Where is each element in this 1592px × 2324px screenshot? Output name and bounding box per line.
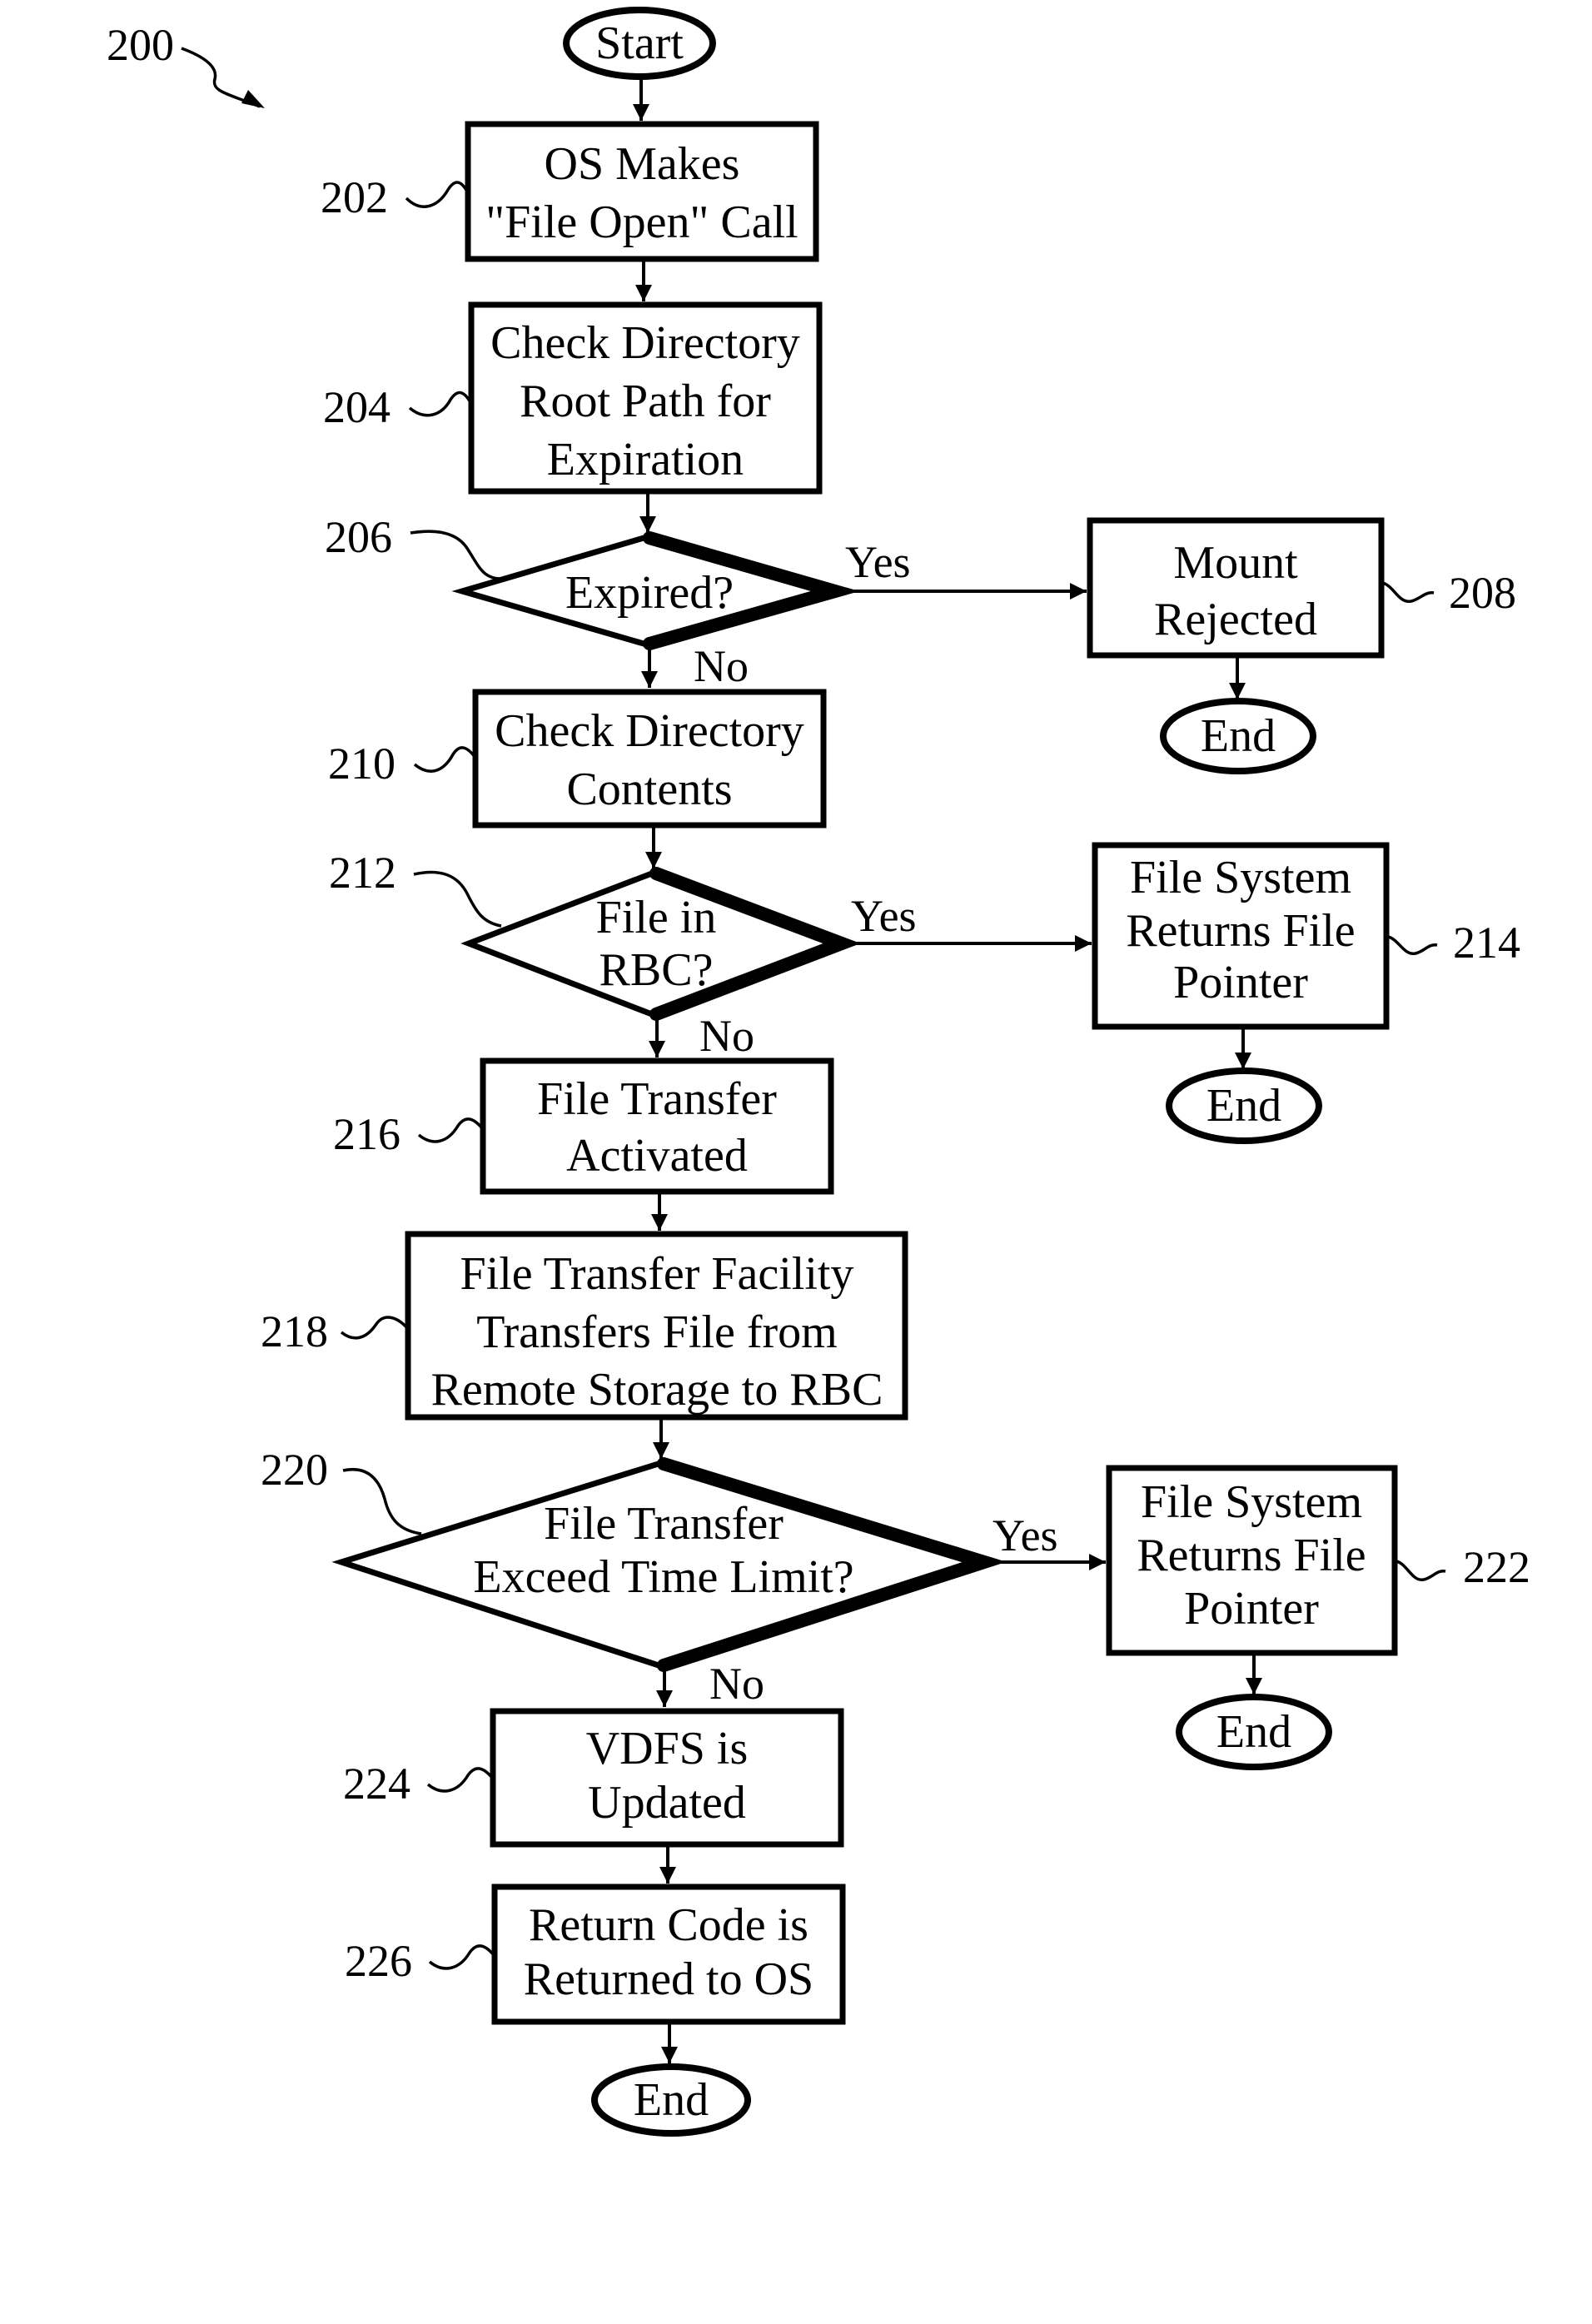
step-214-box: File System Returns File Pointer xyxy=(1092,842,1390,1030)
decision-220-no-label: No xyxy=(709,1659,764,1709)
step-218-leader xyxy=(340,1316,410,1340)
start-label: Start xyxy=(595,17,684,69)
figure-reference-arrowhead-icon xyxy=(241,90,265,108)
step-204-line-1: Check Directory xyxy=(490,317,800,369)
step-214-ref: 214 xyxy=(1453,918,1520,968)
step-222-ref: 222 xyxy=(1463,1542,1530,1592)
step-226-ref: 226 xyxy=(345,1936,412,1986)
step-216-line-1: File Transfer xyxy=(537,1073,777,1125)
step-208-line-1: Mount xyxy=(1173,537,1298,589)
decision-206-label: Expired? xyxy=(565,567,734,619)
step-214-leader xyxy=(1387,935,1438,955)
step-224-line-2: Updated xyxy=(588,1777,746,1829)
decision-220-diamond: File Transfer Exceed Time Limit? xyxy=(331,1457,1007,1672)
step-226-line-2: Returned to OS xyxy=(524,1953,813,2005)
decision-220-line-1: File Transfer xyxy=(544,1498,784,1550)
end-label-208: End xyxy=(1201,710,1276,762)
step-214-line-2: Returns File xyxy=(1126,905,1355,957)
step-224-leader xyxy=(426,1767,495,1793)
decision-220-leader xyxy=(342,1468,422,1535)
decision-212-leader xyxy=(413,870,502,928)
step-208-box: Mount Rejected xyxy=(1087,517,1385,659)
end-label-222: End xyxy=(1216,1706,1291,1758)
step-214-line-1: File System xyxy=(1130,852,1351,903)
step-216-box: File Transfer Activated xyxy=(480,1057,834,1195)
decision-220-yes-label: Yes xyxy=(993,1510,1058,1560)
step-222-leader xyxy=(1395,1560,1446,1581)
decision-212-ref: 212 xyxy=(329,848,396,898)
step-204-leader xyxy=(408,391,473,417)
step-202-leader xyxy=(405,181,470,208)
end-terminal-final: End xyxy=(591,2063,751,2137)
decision-220-ref: 220 xyxy=(261,1445,328,1495)
step-204-line-3: Expiration xyxy=(547,434,744,485)
step-208-line-2: Rejected xyxy=(1154,594,1317,645)
step-208-leader xyxy=(1382,581,1435,603)
step-202-ref: 202 xyxy=(321,172,388,222)
step-222-line-1: File System xyxy=(1141,1476,1362,1528)
step-222-box: File System Returns File Pointer xyxy=(1106,1465,1398,1656)
decision-206-no-label: No xyxy=(694,641,749,691)
end-terminal-222: End xyxy=(1176,1694,1332,1770)
step-214-line-3: Pointer xyxy=(1173,957,1308,1008)
decision-212-diamond: File in RBC? xyxy=(460,867,861,1021)
step-224-box: VDFS is Updated xyxy=(490,1708,844,1848)
end-label-final: End xyxy=(634,2074,709,2126)
step-210-box: Check Directory Contents xyxy=(472,689,827,829)
step-202-line-2: "File Open" Call xyxy=(485,197,798,248)
step-208-ref: 208 xyxy=(1449,568,1516,618)
figure-reference-label: 200 xyxy=(107,20,174,70)
end-terminal-208: End xyxy=(1160,698,1316,774)
step-218-line-1: File Transfer Facility xyxy=(460,1248,854,1300)
step-202-line-1: OS Makes xyxy=(545,138,740,190)
flowchart: 200 Start OS Makes "File Open" Call 202 … xyxy=(107,7,1530,2137)
step-226-box: Return Code is Returned to OS xyxy=(491,1884,846,2025)
end-label-214: End xyxy=(1206,1080,1281,1132)
step-218-line-3: Remote Storage to RBC xyxy=(431,1364,883,1416)
step-224-line-1: VDFS is xyxy=(586,1723,749,1774)
start-terminal: Start xyxy=(563,7,716,80)
step-210-line-1: Check Directory xyxy=(495,705,804,757)
step-216-line-2: Activated xyxy=(566,1130,748,1182)
step-216-leader xyxy=(417,1117,485,1143)
decision-206-yes-label: Yes xyxy=(845,537,911,587)
step-222-line-3: Pointer xyxy=(1184,1583,1319,1635)
decision-212-line-1: File in xyxy=(596,892,717,943)
step-222-line-2: Returns File xyxy=(1137,1530,1366,1581)
step-204-box: Check Directory Root Path for Expiration xyxy=(468,301,823,495)
step-226-line-1: Return Code is xyxy=(529,1899,808,1951)
step-224-ref: 224 xyxy=(343,1759,410,1809)
decision-212-no-label: No xyxy=(699,1011,754,1061)
step-218-ref: 218 xyxy=(261,1306,328,1356)
step-226-leader xyxy=(428,1944,496,1970)
step-218-line-2: Transfers File from xyxy=(476,1306,837,1358)
decision-212-line-2: RBC? xyxy=(599,944,714,996)
decision-206-leader xyxy=(410,530,502,580)
step-204-line-2: Root Path for xyxy=(520,376,771,427)
end-terminal-214: End xyxy=(1166,1067,1322,1144)
step-210-line-2: Contents xyxy=(566,764,732,815)
step-204-ref: 204 xyxy=(323,382,391,432)
decision-220-line-2: Exceed Time Limit? xyxy=(473,1551,853,1603)
step-210-ref: 210 xyxy=(328,739,396,789)
decision-212-yes-label: Yes xyxy=(851,891,917,941)
step-216-ref: 216 xyxy=(333,1109,400,1159)
step-218-box: File Transfer Facility Transfers File fr… xyxy=(405,1231,908,1421)
step-202-box: OS Makes "File Open" Call xyxy=(465,121,819,262)
decision-206-ref: 206 xyxy=(325,512,392,562)
step-210-leader xyxy=(413,746,477,773)
decision-206-diamond: Expired? xyxy=(451,531,860,650)
